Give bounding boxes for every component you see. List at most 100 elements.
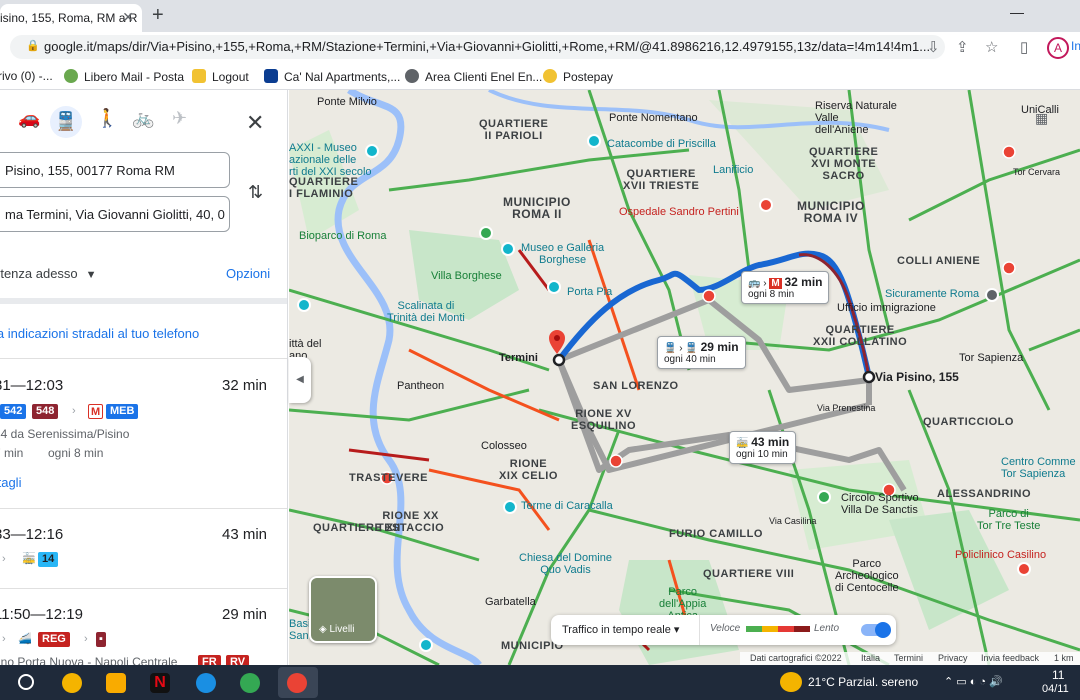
bookmark-item[interactable]: Ca' Nal Apartments,... [264,69,400,84]
share-icon[interactable]: ⇪ [956,38,969,56]
plane-icon[interactable]: ✈ [172,108,187,129]
zoo-poi-icon[interactable] [479,226,493,240]
hand-icon [192,69,206,83]
clock-date[interactable]: 04/11 [1042,683,1069,695]
bookmark-star-icon[interactable]: ☆ [985,38,998,56]
map-label: Termini [499,352,538,364]
map-label: Sicuramente Roma [885,288,980,300]
apps-grid-icon[interactable]: ▦ [1035,110,1051,126]
layers-button[interactable]: ◈ Livelli [309,576,377,643]
options-button[interactable]: Opzioni [226,266,270,281]
map-label: MUNICIPIO ROMA II [503,195,571,221]
map-label: QUARTICCIOLO [923,416,1014,428]
new-tab-icon[interactable]: + [152,4,164,27]
train-badge: FR [198,655,221,665]
hospital-poi-icon[interactable] [759,198,773,212]
map-label: QUARTIERE XII [313,522,401,534]
clock-time[interactable]: 11 [1052,668,1064,682]
legend-fast-swatch [746,626,762,632]
map-label: MUNICIPIO ROMA IV [797,199,865,225]
route-3-time[interactable]: 11:50—12:19 [0,606,83,623]
map-label: Terme di Caracalla [521,500,613,512]
traffic-toggle[interactable] [861,622,891,638]
map-label: Villa Borghese [431,270,502,282]
origin-input[interactable]: Pisino, 155, 00177 Roma RM [0,152,230,188]
route-2-time[interactable]: 33—12:16 [0,526,63,543]
museum-poi-icon[interactable] [501,242,515,256]
address-bar: 🔒 google.it/maps/dir/Via+Pisino,+155,+Ro… [0,32,1080,62]
museum-poi-icon[interactable] [365,144,379,158]
folder-icon[interactable] [106,673,126,693]
bookmark-item[interactable]: Logout [192,69,249,84]
map-label: AXXI - Museo azionale delle rti del XXI … [289,142,372,178]
route-callout-metro[interactable]: 🚌 › M 32 min ogni 8 min [741,271,830,304]
tram-icon: 🚋 [22,553,36,565]
profile-extra[interactable]: In [1071,39,1080,53]
profile-avatar[interactable]: A [1047,37,1069,59]
bookmark-item[interactable]: Postepay [543,69,613,84]
map-label: Ufficio immigrazione [837,302,936,314]
edge-icon[interactable] [196,673,216,693]
route-callout-bus[interactable]: 🚋 43 min ogni 10 min [729,431,797,464]
divider [0,358,287,359]
legend-congested-swatch [794,626,810,632]
bus-badge: 542 [0,404,27,419]
map-canvas[interactable]: Ponte Milvio QUARTIERE II PARIOLI Ponte … [289,90,1080,665]
monument-poi-icon[interactable] [297,298,311,312]
divider [0,508,287,509]
bookmark-item[interactable]: rivo (0) -... [0,69,53,83]
catacomb-poi-icon[interactable] [587,134,601,148]
url-input[interactable]: 🔒 google.it/maps/dir/Via+Pisino,+155,+Ro… [10,35,945,59]
sport-poi-icon[interactable] [817,490,831,504]
map-label: COLLI ANIENE [897,255,981,267]
transit-stop-marker [702,289,716,303]
chevron-right-icon: › [72,405,76,417]
travel-modes: 🚗 🚆 🚶 🚲 ✈ [0,106,287,140]
netflix-icon[interactable]: N [150,673,170,693]
train-icon: ▪ [96,632,106,647]
chevron-right-icon: › [2,553,6,565]
tray-icons[interactable]: ⌃ ▭ ◐ ◔ 🔊 [944,675,1003,688]
bus-badge: 548 [32,404,59,419]
map-label: QUARTIERE XVI MONTE SACRO [809,146,879,182]
send-to-phone-link[interactable]: ia indicazioni stradali al tuo telefono [0,326,199,341]
bike-icon[interactable]: 🚲 [132,108,154,129]
church-poi-icon[interactable] [419,638,433,652]
weather-icon[interactable] [780,672,802,692]
monument-poi-icon[interactable] [503,500,517,514]
chrome-icon[interactable] [240,673,260,693]
collapse-panel-button[interactable]: ◀ [289,357,311,403]
search-icon[interactable] [18,674,34,690]
minimize-icon[interactable]: — [1010,4,1024,20]
walk-icon[interactable]: 🚶 [96,108,118,129]
map-label: Chiesa del Domine Quo Vadis [519,552,612,576]
map-label: Via Pisino, 155 [875,370,959,384]
bookmark-item[interactable]: Area Clienti Enel En... [405,69,542,84]
bookmark-item[interactable]: Libero Mail - Posta [64,69,184,84]
browser-tab[interactable]: isino, 155, Roma, RM a R ✕ [0,4,142,32]
details-link[interactable]: ttagli [0,475,21,490]
map-label: TRASTEVERE [349,472,428,484]
transit-icon[interactable]: 🚆 [50,106,82,138]
departure-select[interactable]: rtenza adesso ▼ [0,266,97,281]
weather-text[interactable]: 21°C Parzial. sereno [808,675,918,689]
install-icon[interactable]: ⇩ [927,38,940,56]
active-chrome-window[interactable] [278,667,318,698]
tab-title: isino, 155, Roma, RM a R [0,11,138,25]
monument-poi-icon[interactable] [547,280,561,294]
office-poi-icon[interactable] [985,288,999,302]
tab-bar: isino, 155, Roma, RM a R ✕ + — [0,0,1080,32]
destination-input[interactable]: ma Termini, Via Giovanni Giolitti, 40, 0 [0,196,230,232]
car-icon[interactable]: 🚗 [18,108,40,129]
tab-close-icon[interactable]: ✕ [122,9,134,26]
chrome-canary-icon[interactable] [62,673,82,693]
swap-icon[interactable]: ⇅ [248,182,263,203]
map-label: Pantheon [397,380,445,392]
train-badge: RV [226,655,250,665]
side-panel-icon[interactable]: ▯ [1020,38,1028,56]
route-callout-train[interactable]: 🚆 › 🚆 29 min ogni 40 min [657,336,746,369]
close-directions-icon[interactable]: ✕ [246,110,264,136]
route-1-time[interactable]: 31—12:03 [0,377,63,394]
hospital-poi-icon[interactable] [1017,562,1031,576]
traffic-dropdown[interactable]: Traffico in tempo reale ▾ [562,623,679,636]
